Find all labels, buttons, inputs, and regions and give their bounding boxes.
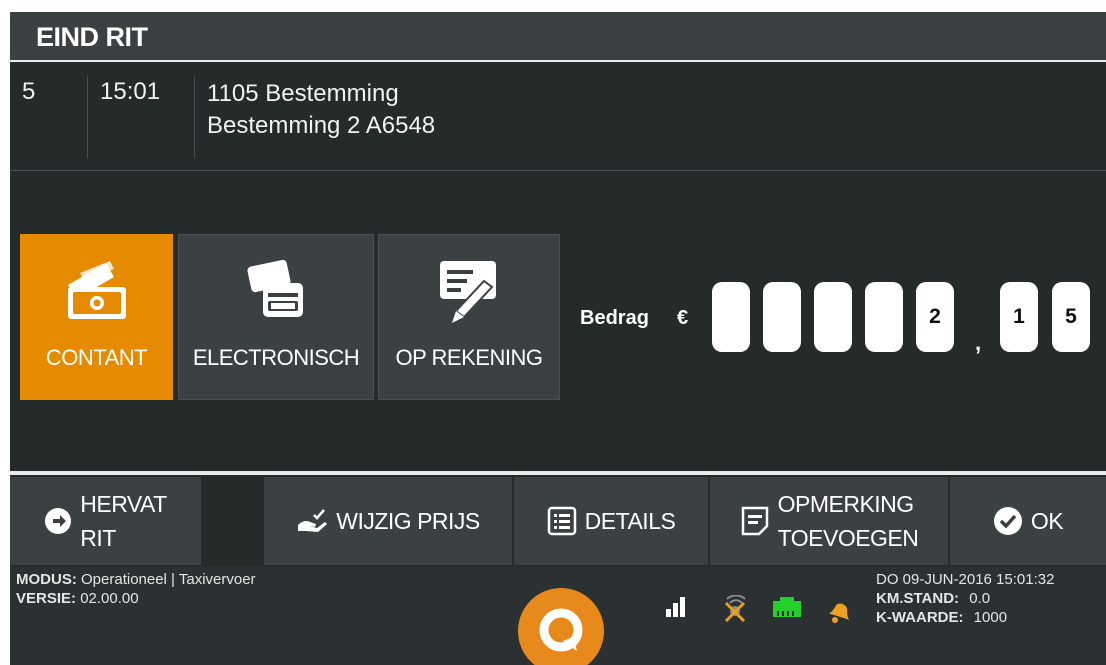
title-bar: EIND RIT: [10, 12, 1106, 62]
gps-off-icon: [722, 594, 748, 628]
add-note-line-2: TOEVOEGEN: [777, 525, 919, 551]
divider: [10, 471, 1106, 475]
amount-digit-field[interactable]: [865, 282, 903, 352]
card-icon: [179, 257, 373, 327]
ride-destination: 1105 Bestemming Bestemming 2 A6548: [207, 78, 435, 142]
cash-icon: [21, 257, 172, 327]
km-label: KM.STAND:: [876, 590, 960, 607]
datetime: DO 09-JUN-2016 15:01:32: [876, 571, 1055, 588]
resume-ride-label: HERVAT RIT: [80, 487, 167, 555]
amount-decimal-field[interactable]: 1: [1000, 282, 1038, 352]
change-price-button[interactable]: WIJZIG PRIJS: [264, 477, 514, 565]
ride-time: 15:01: [100, 78, 161, 105]
divider: [87, 76, 88, 158]
currency-symbol: €: [677, 307, 689, 329]
add-note-button[interactable]: OPMERKING TOEVOEGEN: [710, 477, 950, 565]
invoice-pen-icon: [379, 257, 559, 327]
details-label: DETAILS: [584, 507, 676, 534]
resume-ride-line-1: HERVAT: [80, 491, 167, 517]
amount-digit-field[interactable]: [712, 282, 750, 352]
amount-digit-field[interactable]: [763, 282, 801, 352]
payment-account-label: OP REKENING: [395, 345, 543, 370]
add-note-label: OPMERKING TOEVOEGEN: [778, 487, 919, 555]
check-circle-icon: [993, 506, 1023, 536]
page-title: EIND RIT: [36, 22, 148, 52]
bell-icon: [825, 595, 855, 630]
signal-icon: [665, 595, 685, 624]
k-label: K-WAARDE:: [876, 609, 964, 626]
resume-ride-button[interactable]: HERVAT RIT: [10, 477, 203, 565]
hand-check-icon: [296, 509, 328, 533]
payment-cash-label: CONTANT: [45, 345, 148, 370]
divider: [194, 76, 195, 158]
amount-label: Bedrag: [580, 307, 649, 329]
destination-line-1: 1105 Bestemming: [207, 80, 399, 107]
payment-account-button[interactable]: OP REKENING: [378, 234, 560, 400]
odometer-status: KM.STAND: 0.0: [876, 590, 990, 607]
ride-row: 5 15:01 1105 Bestemming Bestemming 2 A65…: [10, 64, 1106, 171]
change-price-label: WIJZIG PRIJS: [336, 507, 480, 534]
amount-decimal-field[interactable]: 5: [1052, 282, 1090, 352]
payment-electronic-button[interactable]: ELECTRONISCH: [178, 234, 374, 400]
ok-label: OK: [1030, 507, 1064, 534]
mode-status: MODUS: Operationeel | Taxivervoer: [16, 571, 256, 588]
action-bar: HERVAT RIT WIJZIG PRIJS DETAILS OPMERKIN…: [10, 477, 1106, 565]
version-status: VERSIE: 02.00.00: [16, 590, 139, 607]
empty-slot: [203, 477, 264, 565]
version-value: 02.00.00: [80, 590, 139, 607]
amount-digit-field[interactable]: [814, 282, 852, 352]
network-icon: [772, 595, 802, 624]
note-icon: [740, 505, 770, 537]
version-label: VERSIE:: [16, 590, 77, 607]
status-bar: MODUS: Operationeel | Taxivervoer VERSIE…: [10, 567, 1106, 665]
decimal-separator: ,: [975, 330, 982, 355]
details-button[interactable]: DETAILS: [514, 477, 710, 565]
add-note-line-1: OPMERKING: [777, 491, 915, 517]
list-icon: [547, 506, 577, 536]
k-value: 1000: [973, 609, 1008, 626]
km-value: 0.0: [969, 590, 991, 607]
resume-ride-line-2: RIT: [80, 525, 116, 551]
mode-value: Operationeel | Taxivervoer: [81, 571, 256, 588]
k-value-status: K-WAARDE: 1000: [876, 609, 1007, 626]
arrow-right-circle-icon: [44, 507, 72, 535]
payment-electronic-label: ELECTRONISCH: [192, 345, 360, 370]
ride-number: 5: [22, 78, 36, 105]
app-logo[interactable]: [518, 588, 604, 665]
destination-line-2: Bestemming 2 A6548: [207, 112, 436, 139]
amount-digit-field[interactable]: 2: [916, 282, 954, 352]
screen: EIND RIT 5 15:01 1105 Bestemming Bestemm…: [10, 12, 1106, 665]
payment-cash-button[interactable]: CONTANT: [20, 234, 173, 400]
ok-button[interactable]: OK: [950, 477, 1106, 565]
mode-label: MODUS:: [16, 571, 77, 588]
